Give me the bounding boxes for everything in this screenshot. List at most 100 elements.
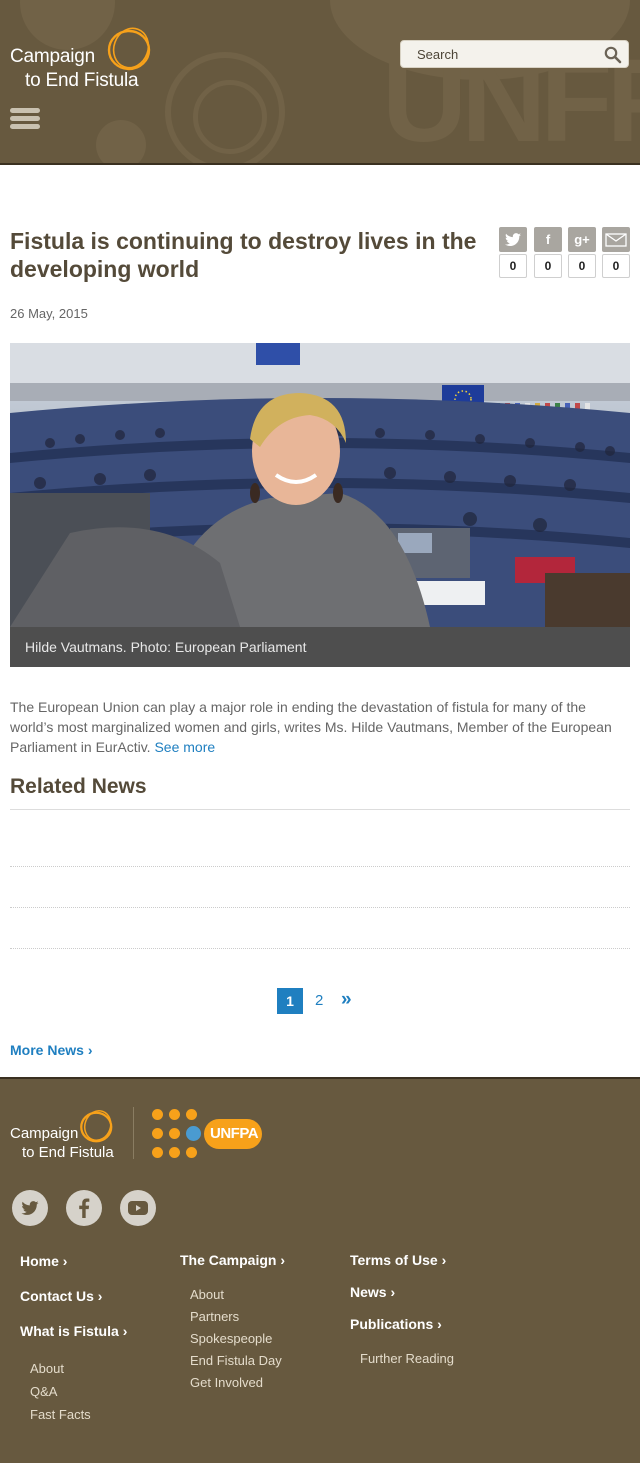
share-buttons: 0 f 0 g+ 0 0 (499, 227, 631, 279)
footer-link-news[interactable]: News › (350, 1284, 395, 1300)
footer-sublink-spokespeople[interactable]: Spokespeople (190, 1331, 272, 1346)
search-icon[interactable] (604, 46, 622, 64)
double-chevron-right-icon: » (341, 989, 351, 1010)
facebook-button[interactable] (66, 1190, 102, 1226)
chevron-right-icon: › (437, 1316, 442, 1332)
list-item-divider (10, 948, 630, 949)
article-body-text: The European Union can play a major role… (10, 699, 612, 755)
unfpa-dot (152, 1147, 163, 1158)
unfpa-dot (152, 1109, 163, 1120)
share-count: 0 (534, 254, 562, 278)
twitter-button[interactable] (12, 1190, 48, 1226)
footer-link-the-campaign[interactable]: The Campaign › (180, 1252, 285, 1268)
footer-link-what-is-fistula[interactable]: What is Fistula › (20, 1323, 127, 1339)
divider (10, 809, 630, 810)
footer-link-label: Terms of Use (350, 1252, 438, 1268)
share-facebook[interactable]: f 0 (534, 227, 562, 278)
footer-logo-line1: Campaign (10, 1125, 79, 1142)
footer-sublink-about[interactable]: About (30, 1361, 64, 1376)
page-2-link[interactable]: 2 (315, 992, 323, 1009)
footer-link-home[interactable]: Home › (20, 1253, 67, 1269)
share-google-plus[interactable]: g+ 0 (568, 227, 596, 278)
un-emblem-watermark (165, 52, 285, 163)
unfpa-dot (152, 1128, 163, 1139)
footer-logo[interactable]: Campaign to End Fistula (10, 1109, 130, 1161)
menu-icon (10, 108, 40, 113)
footer-link-publications[interactable]: Publications › (350, 1316, 442, 1332)
search-input[interactable]: Search (400, 40, 629, 68)
facebook-icon[interactable]: f (534, 227, 562, 252)
parliament-photo-illustration (10, 343, 630, 627)
footer-link-label: The Campaign (180, 1252, 277, 1268)
footer-sublink-qa[interactable]: Q&A (30, 1384, 57, 1399)
article-title: Fistula is continuing to destroy lives i… (10, 228, 477, 282)
related-news-heading: Related News (10, 775, 147, 798)
unfpa-dot (169, 1147, 180, 1158)
site-logo[interactable]: Campaign to End Fistula (10, 27, 160, 96)
more-news-label: More News (10, 1042, 84, 1058)
footer-link-label: Publications (350, 1316, 434, 1332)
footer-logo-line2: to End Fistula (22, 1144, 114, 1161)
page-1-button[interactable]: 1 (277, 988, 303, 1014)
footer-sublink-about[interactable]: About (190, 1287, 224, 1302)
search-placeholder: Search (417, 47, 459, 62)
footer-link-terms-of-use[interactable]: Terms of Use › (350, 1252, 446, 1268)
facebook-icon (79, 1198, 90, 1218)
menu-icon-bar (10, 116, 40, 121)
menu-button[interactable] (10, 108, 40, 130)
unfpa-wordmark: UNFPA (204, 1119, 262, 1149)
twitter-icon[interactable] (499, 227, 527, 252)
list-item-divider (10, 907, 630, 908)
chevron-right-icon: › (122, 1323, 128, 1339)
share-count: 0 (499, 254, 527, 278)
footer-sublink-end-fistula-day[interactable]: End Fistula Day (190, 1353, 282, 1368)
chevron-right-icon: › (280, 1252, 286, 1268)
twitter-icon (21, 1200, 39, 1215)
header-decoration (20, 0, 115, 50)
article-date: 26 May, 2015 (10, 306, 88, 321)
share-count: 0 (568, 254, 596, 278)
footer-link-label: Home (20, 1253, 59, 1269)
unfpa-dot (186, 1109, 197, 1120)
chevron-right-icon: › (62, 1253, 68, 1269)
site-footer: Campaign to End Fistula UNFPA Home › Con… (0, 1077, 640, 1463)
footer-sublink-partners[interactable]: Partners (190, 1309, 239, 1324)
header-decoration (96, 120, 146, 163)
footer-link-label: What is Fistula (20, 1323, 119, 1339)
photo-caption: Hilde Vautmans. Photo: European Parliame… (10, 627, 630, 667)
share-twitter[interactable]: 0 (499, 227, 527, 278)
list-item-divider (10, 866, 630, 867)
article-body: The European Union can play a major role… (10, 697, 630, 757)
unfpa-dot (169, 1128, 180, 1139)
next-page-link[interactable]: » (341, 989, 351, 1011)
youtube-button[interactable] (120, 1190, 156, 1226)
see-more-link[interactable]: See more (154, 739, 215, 755)
menu-icon-bar (10, 124, 40, 129)
footer-link-label: News (350, 1284, 387, 1300)
footer-sublink-fast-facts[interactable]: Fast Facts (30, 1407, 91, 1422)
site-header: UNFPA Campaign to End Fistula Search (0, 0, 640, 165)
footer-link-label: Contact Us (20, 1288, 94, 1304)
share-count: 0 (602, 254, 630, 278)
chevron-right-icon: › (87, 1042, 93, 1058)
article-photo: Hilde Vautmans. Photo: European Parliame… (10, 343, 630, 667)
chevron-right-icon: › (97, 1288, 103, 1304)
unfpa-logo[interactable]: UNFPA (150, 1107, 265, 1161)
footer-sublink-further-reading[interactable]: Further Reading (360, 1351, 454, 1366)
more-news-link[interactable]: More News › (10, 1042, 92, 1058)
logo-text-line2: to End Fistula (25, 70, 139, 91)
logo-text-line1: Campaign (10, 46, 96, 67)
logo-circle-icon (80, 1109, 113, 1143)
share-email[interactable]: 0 (602, 227, 630, 278)
unfpa-dot (186, 1147, 197, 1158)
youtube-icon (128, 1201, 148, 1215)
chevron-right-icon: › (441, 1252, 447, 1268)
email-icon[interactable] (602, 227, 630, 252)
footer-link-contact-us[interactable]: Contact Us › (20, 1288, 102, 1304)
unfpa-dot (169, 1109, 180, 1120)
google-plus-icon[interactable]: g+ (568, 227, 596, 252)
chevron-right-icon: › (390, 1284, 396, 1300)
un-globe-icon (186, 1126, 201, 1141)
footer-sublink-get-involved[interactable]: Get Involved (190, 1375, 263, 1390)
logo-divider (133, 1107, 134, 1159)
